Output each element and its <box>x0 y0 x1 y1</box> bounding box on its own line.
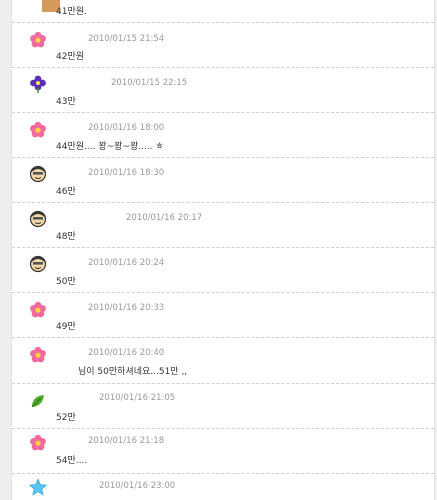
comment-timestamp: 2010/01/15 22:15 <box>111 78 188 88</box>
comment-item: 2010/01/16 23:00 <box>12 473 434 500</box>
comment-item: 2010/01/16 20:17 48만 <box>12 202 434 248</box>
comment-timestamp: 2010/01/16 20:17 <box>126 213 203 223</box>
pink-flower-icon[interactable] <box>29 346 47 364</box>
comment-text: 48만 <box>56 232 76 242</box>
comment-timestamp: 2010/01/16 21:18 <box>88 436 165 446</box>
comment-timestamp: 2010/01/16 20:33 <box>88 303 165 313</box>
comment-timestamp: 2010/01/16 18:00 <box>88 123 165 133</box>
comment-item: 2010/01/16 18:30 46만 <box>12 157 434 203</box>
comment-text: 46만 <box>56 187 76 197</box>
cartoon-face-icon[interactable] <box>29 255 47 273</box>
comment-text: 42만원 <box>56 52 85 62</box>
comment-timestamp: 2010/01/16 21:05 <box>99 393 176 403</box>
comment-text: 49만 <box>56 322 76 332</box>
comment-text: 님이 50만하셔네요...51만 ,, <box>78 367 188 377</box>
cartoon-face-icon[interactable] <box>29 210 47 228</box>
comment-timestamp: 2010/01/16 20:24 <box>88 258 165 268</box>
comment-panel: 41만원. 2010/01/15 21:54 42만원 2010/01/15 2… <box>11 0 435 500</box>
comment-item: 2010/01/16 20:24 50만 <box>12 247 434 293</box>
purple-flower-icon[interactable] <box>29 75 47 93</box>
pink-flower-icon[interactable] <box>29 301 47 319</box>
comment-text: 44만원.... 꽝~꽝~꽝..... ㅎ <box>56 142 164 152</box>
comment-text: 43만 <box>56 97 76 107</box>
blue-star-icon[interactable] <box>29 478 47 496</box>
comment-item: 2010/01/16 21:18 54만.... <box>12 428 434 474</box>
comment-text: 54만.... <box>56 456 88 466</box>
comment-item: 2010/01/16 20:33 49만 <box>12 292 434 338</box>
pink-flower-icon[interactable] <box>29 31 47 49</box>
comment-item: 41만원. <box>12 0 434 23</box>
pink-flower-icon[interactable] <box>29 121 47 139</box>
cartoon-face-icon[interactable] <box>29 165 47 183</box>
comment-timestamp: 2010/01/16 18:30 <box>88 168 165 178</box>
comment-timestamp: 2010/01/16 20:40 <box>88 348 165 358</box>
comment-item: 2010/01/16 20:40 님이 50만하셔네요...51만 ,, <box>12 337 434 384</box>
comment-item: 2010/01/16 18:00 44만원.... 꽝~꽝~꽝..... ㅎ <box>12 112 434 158</box>
comment-item: 2010/01/15 21:54 42만원 <box>12 22 434 68</box>
comment-item: 2010/01/15 22:15 43만 <box>12 67 434 113</box>
comment-text: 41만원. <box>56 7 87 17</box>
comment-timestamp: 2010/01/16 23:00 <box>99 481 176 491</box>
comment-item: 2010/01/16 21:05 52만 <box>12 383 434 429</box>
comment-text: 50만 <box>56 277 76 287</box>
green-leaf-icon[interactable] <box>29 392 47 410</box>
comment-text: 52만 <box>56 413 76 423</box>
pink-flower-icon[interactable] <box>29 434 47 452</box>
comment-timestamp: 2010/01/15 21:54 <box>88 34 165 44</box>
